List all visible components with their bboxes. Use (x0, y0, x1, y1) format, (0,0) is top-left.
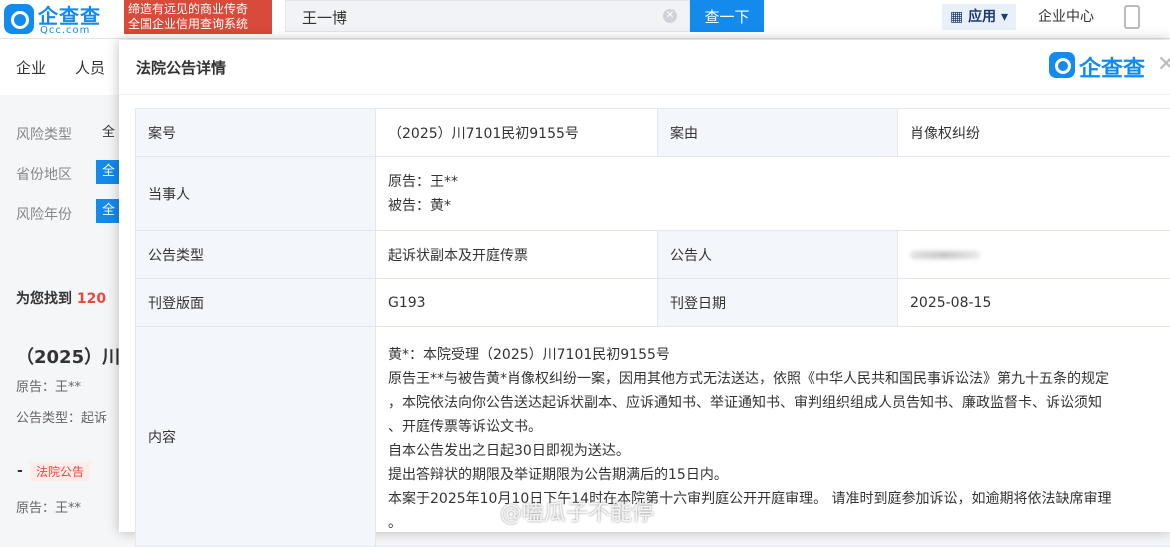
cause-label: 案由 (658, 109, 898, 157)
phone-icon[interactable] (1124, 5, 1140, 29)
filter-label-province: 省份地区 (16, 164, 72, 184)
modal-title: 法院公告详情 (136, 57, 226, 78)
case-no-label: 案号 (136, 109, 376, 157)
court-notice-modal: 法院公告详情 企查查 ✕ 案号 （2025）川7101民初9155号 案由 肖像… (119, 40, 1170, 532)
qcc-logo[interactable]: 企查查 Qcc.com (0, 0, 122, 38)
modal-header: 法院公告详情 企查查 ✕ (119, 40, 1170, 95)
enterprise-center-link[interactable]: 企业中心 (1038, 6, 1094, 26)
content-line: 、开庭传票等诉讼文书。 (388, 415, 1163, 439)
content-value: 黄*：本院受理（2025）川7101民初9155号 原告王**与被告黄*肖像权纠… (376, 327, 1170, 547)
result-count-number: 120 (77, 291, 106, 307)
table-row: 案号 （2025）川7101民初9155号 案由 肖像权纠纷 (136, 109, 1170, 157)
weibo-watermark: @嗑瓜子不能停 (500, 495, 654, 527)
date-value: 2025-08-15 (898, 279, 1170, 327)
logo-domain: Qcc.com (40, 25, 90, 36)
caret-down-icon: ▾ (1001, 9, 1008, 25)
plaintiff: 原告：王** (388, 170, 1163, 194)
table-row: 刊登版面 G193 刊登日期 2025-08-15 (136, 279, 1170, 327)
grid-icon: ▦ (950, 9, 963, 25)
table-row: 当事人 原告：王** 被告：黄* (136, 157, 1170, 231)
search-box: ✕ (285, 0, 690, 32)
slogan-banner: 缔造有远见的商业传奇 全国企业信用查询系统 (124, 0, 272, 34)
search-button[interactable]: 查一下 (690, 0, 764, 32)
cause-value: 肖像权纠纷 (898, 109, 1170, 157)
result-count-prefix: 为您找到 (16, 291, 72, 307)
clear-icon[interactable]: ✕ (663, 9, 677, 23)
case-notice-type: 公告类型：起诉 (16, 407, 107, 426)
content-line: 自本公告发出之日起30日即视为送达。 (388, 439, 1163, 463)
parties-label: 当事人 (136, 157, 376, 231)
case2-plaintiff: 原告：王** (16, 497, 81, 516)
content-line: 黄*：本院受理（2025）川7101民初9155号 (388, 343, 1163, 367)
page-label: 刊登版面 (136, 279, 376, 327)
apps-label: 应用 (968, 9, 996, 25)
case-title[interactable]: （2025）川 (16, 343, 120, 369)
announcer-value (898, 231, 1170, 279)
result-count: 为您找到 120 (16, 288, 106, 308)
redacted-announcer (910, 251, 980, 259)
case-plaintiff: 原告：王** (16, 376, 81, 395)
notice-type-label: 公告类型 (136, 231, 376, 279)
table-row: 公告类型 起诉状副本及开庭传票 公告人 (136, 231, 1170, 279)
brand-text: 企查查 (1079, 51, 1145, 83)
court-notice-tag: 法院公告 (30, 462, 90, 481)
top-bar: 企查查 Qcc.com 缔造有远见的商业传奇 全国企业信用查询系统 ✕ 查一下 … (0, 0, 1170, 39)
case-no-link[interactable]: （2025）川7101民初9155号 (376, 109, 658, 157)
list-bullet: - (17, 463, 23, 479)
qcc-logo-icon (4, 4, 34, 34)
announcer-label: 公告人 (658, 231, 898, 279)
notice-detail-table: 案号 （2025）川7101民初9155号 案由 肖像权纠纷 当事人 原告：王*… (135, 108, 1170, 547)
content-label: 内容 (136, 327, 376, 547)
page-value: G193 (376, 279, 658, 327)
tab-enterprise[interactable]: 企业 (16, 57, 46, 78)
filter-label-risk-type: 风险类型 (16, 124, 72, 144)
slogan-line-2: 全国企业信用查询系统 (128, 17, 268, 32)
apps-menu-button[interactable]: ▦ 应用 ▾ (942, 4, 1016, 30)
close-icon[interactable]: ✕ (1157, 54, 1170, 76)
date-label: 刊登日期 (658, 279, 898, 327)
notice-type-value: 起诉状副本及开庭传票 (376, 231, 658, 279)
content-line: 提出答辩状的期限及举证期限为公告期满后的15日内。 (388, 463, 1163, 487)
search-input[interactable] (300, 7, 644, 27)
content-line: 原告王**与被告黄*肖像权纠纷一案，因用其他方式无法送达，依照《中华人民共和国民… (388, 367, 1163, 391)
tab-person[interactable]: 人员 (75, 57, 105, 78)
slogan-line-1: 缔造有远见的商业传奇 (128, 2, 268, 17)
content-line: ，本院依法向你公告送达起诉状副本、应诉通知书、举证通知书、审判组织组成人员告知书… (388, 391, 1163, 415)
parties-value: 原告：王** 被告：黄* (376, 157, 1170, 231)
defendant: 被告：黄* (388, 194, 1163, 218)
qcc-brand-icon (1049, 52, 1075, 78)
filter-label-year: 风险年份 (16, 204, 72, 224)
